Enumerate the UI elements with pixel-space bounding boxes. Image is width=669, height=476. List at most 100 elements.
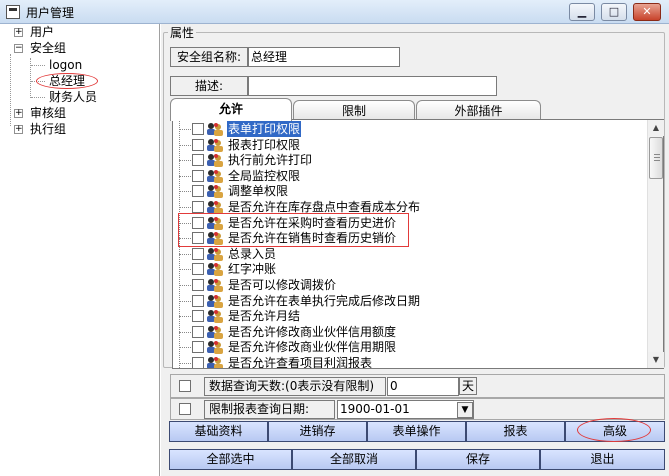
permission-row[interactable]: 是否允许查看项目利润报表 bbox=[173, 355, 647, 369]
row-connector bbox=[179, 207, 191, 208]
permission-checkbox[interactable] bbox=[192, 154, 204, 167]
app-window-icon bbox=[6, 5, 20, 19]
reports-button[interactable]: 报表 bbox=[466, 421, 565, 442]
window-title: 用户管理 bbox=[26, 6, 75, 20]
user-group-icon bbox=[207, 123, 223, 136]
save-button[interactable]: 保存 bbox=[416, 449, 540, 470]
permission-label: 红字冲账 bbox=[228, 262, 277, 277]
permission-row[interactable]: 全局监控权限 bbox=[173, 168, 647, 184]
permission-checkbox[interactable] bbox=[192, 123, 204, 135]
collapse-security-group-icon[interactable]: − bbox=[14, 44, 23, 53]
form-operations-button[interactable]: 表单操作 bbox=[367, 421, 466, 442]
highlight-ellipse bbox=[36, 73, 98, 89]
permission-checkbox[interactable] bbox=[192, 294, 204, 307]
maximize-icon: □ bbox=[608, 5, 620, 18]
permission-row[interactable]: 是否允许在表单执行完成后修改日期 bbox=[173, 293, 647, 309]
tree-item-logon[interactable]: logon bbox=[49, 57, 82, 73]
permission-label: 执行前允许打印 bbox=[228, 153, 313, 168]
permission-row[interactable]: 是否允许修改商业伙伴信用额度 bbox=[173, 324, 647, 340]
user-group-icon bbox=[207, 263, 223, 277]
permission-checkbox[interactable] bbox=[192, 185, 204, 198]
minimize-button[interactable]: ▁ bbox=[569, 3, 595, 21]
row-connector bbox=[179, 253, 191, 255]
permission-checkbox[interactable] bbox=[192, 279, 204, 291]
tab-restrict[interactable]: 限制 bbox=[293, 100, 415, 120]
close-button[interactable]: ✕ bbox=[633, 3, 661, 21]
permission-row[interactable]: 总录入员 bbox=[173, 246, 647, 262]
tree-item-finance-staff[interactable]: 财务人员 bbox=[49, 89, 97, 105]
permission-checkbox[interactable] bbox=[192, 247, 204, 260]
group-name-field[interactable]: 总经理 bbox=[248, 47, 400, 67]
permission-label: 是否可以修改调拨价 bbox=[228, 278, 337, 292]
tab-allow[interactable]: 允许 bbox=[170, 98, 292, 121]
scroll-up-icon[interactable]: ▲ bbox=[648, 120, 664, 136]
highlight-rectangle bbox=[178, 213, 409, 247]
query-days-label: 数据查询天数:(0表示没有限制) bbox=[204, 377, 386, 396]
tree-connector bbox=[10, 54, 11, 126]
tree-connector bbox=[31, 97, 45, 98]
permission-label: 是否允许查看项目利润报表 bbox=[228, 356, 373, 369]
permission-checkbox[interactable] bbox=[192, 325, 204, 338]
permission-row[interactable]: 报表打印权限 bbox=[173, 137, 647, 153]
row-connector bbox=[179, 129, 191, 130]
user-group-icon bbox=[207, 154, 223, 168]
tree-item-security-group[interactable]: 安全组 bbox=[30, 40, 66, 56]
tree-item-exec-group[interactable]: 执行组 bbox=[30, 121, 66, 137]
minimize-icon: ▁ bbox=[577, 5, 587, 18]
permission-list-scrollbar[interactable]: ▲ ▼ bbox=[647, 120, 664, 368]
inventory-button[interactable]: 进销存 bbox=[268, 421, 367, 442]
user-group-icon bbox=[207, 247, 223, 261]
permission-row[interactable]: 表单打印权限 bbox=[173, 121, 647, 137]
tree-item-user[interactable]: 用户 bbox=[30, 24, 54, 40]
row-connector bbox=[179, 363, 191, 364]
permission-label: 是否允许修改商业伙伴信用额度 bbox=[228, 324, 397, 339]
report-date-input[interactable]: 1900-01-01 bbox=[337, 400, 474, 419]
scroll-thumb[interactable] bbox=[649, 137, 663, 179]
permission-label: 全局监控权限 bbox=[228, 168, 301, 183]
report-date-checkbox[interactable] bbox=[179, 403, 191, 415]
permission-row[interactable]: 是否允许月结 bbox=[173, 308, 647, 324]
permission-checkbox[interactable] bbox=[192, 357, 204, 368]
tree-connector bbox=[31, 65, 45, 66]
permission-row[interactable]: 是否允许修改商业伙伴信用期限 bbox=[173, 339, 647, 355]
permission-row[interactable]: 执行前允许打印 bbox=[173, 152, 647, 168]
row-connector bbox=[179, 300, 191, 302]
row-connector bbox=[179, 285, 191, 286]
permission-checkbox[interactable] bbox=[192, 341, 204, 354]
properties-group-title: 属性 bbox=[168, 24, 197, 41]
permission-checkbox[interactable] bbox=[192, 263, 204, 276]
maximize-button[interactable]: □ bbox=[601, 3, 627, 21]
user-group-icon bbox=[207, 325, 223, 339]
tree-item-audit-group[interactable]: 审核组 bbox=[30, 105, 66, 121]
exit-button[interactable]: 退出 bbox=[540, 449, 665, 470]
expand-audit-group-icon[interactable]: + bbox=[14, 109, 23, 118]
row-connector bbox=[179, 175, 191, 177]
permission-row[interactable]: 红字冲账 bbox=[173, 261, 647, 277]
select-all-button[interactable]: 全部选中 bbox=[169, 449, 292, 470]
query-days-input[interactable]: 0 bbox=[387, 377, 459, 396]
permission-checkbox[interactable] bbox=[192, 310, 204, 323]
tab-external-plugins[interactable]: 外部插件 bbox=[416, 100, 541, 120]
expand-exec-group-icon[interactable]: + bbox=[14, 125, 23, 134]
user-group-icon bbox=[207, 357, 223, 368]
expand-user-icon[interactable]: + bbox=[14, 28, 23, 37]
deselect-all-button[interactable]: 全部取消 bbox=[292, 449, 416, 470]
permission-label: 调整单权限 bbox=[228, 184, 289, 199]
query-days-checkbox[interactable] bbox=[179, 380, 191, 392]
permission-checkbox[interactable] bbox=[192, 138, 204, 151]
permission-checkbox[interactable] bbox=[192, 169, 204, 182]
security-tree: + 用户 − 安全组 logon 总经理 财务人员 + 审核组 + 执行组 bbox=[0, 24, 160, 476]
basic-data-button[interactable]: 基础资料 bbox=[169, 421, 268, 442]
date-dropdown-icon[interactable]: ▼ bbox=[457, 402, 473, 418]
permission-checkbox[interactable] bbox=[192, 201, 204, 213]
scroll-down-icon[interactable]: ▼ bbox=[648, 352, 664, 368]
permission-label: 是否允许月结 bbox=[228, 309, 301, 324]
permission-label: 报表打印权限 bbox=[228, 137, 301, 152]
description-field[interactable] bbox=[248, 76, 497, 96]
row-connector bbox=[179, 331, 191, 333]
user-group-icon bbox=[207, 185, 223, 199]
row-connector bbox=[179, 316, 191, 318]
permission-row[interactable]: 调整单权限 bbox=[173, 183, 647, 199]
permission-label: 是否允许在表单执行完成后修改日期 bbox=[228, 293, 421, 308]
permission-row[interactable]: 是否可以修改调拨价 bbox=[173, 277, 647, 293]
